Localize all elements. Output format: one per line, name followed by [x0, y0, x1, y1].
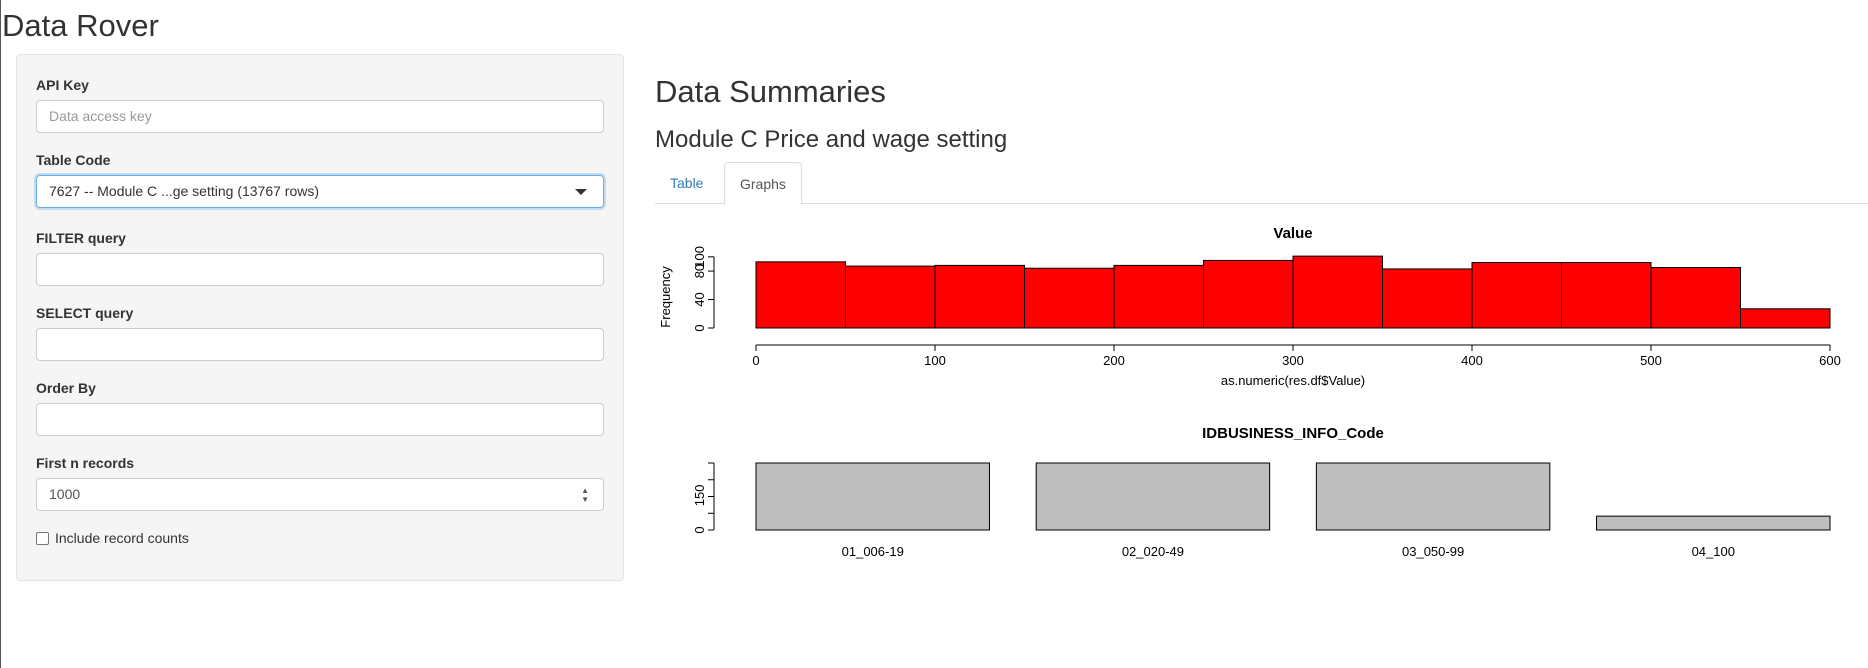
histogram-y-tick-label: 100: [692, 246, 707, 268]
histogram-x-tick-label: 500: [1640, 353, 1662, 368]
histogram-bar: [845, 265, 936, 329]
histogram-bar: [934, 264, 1025, 329]
barchart-category-label: 01_006-19: [842, 544, 904, 559]
histogram-bar: [1561, 262, 1652, 329]
histogram-bar: [1203, 259, 1294, 329]
barchart-title: IDBUSINESS_INFO_Code: [1202, 425, 1384, 442]
histogram-x-tick-label: 400: [1461, 353, 1483, 368]
histogram-x-tick-label: 600: [1819, 353, 1841, 368]
histogram-bar: [1740, 308, 1831, 329]
histogram-bar: [1024, 267, 1115, 329]
histogram-x-tick-label: 0: [752, 353, 759, 368]
histogram-x-tick-label: 300: [1282, 353, 1304, 368]
histogram-bar: [1113, 264, 1204, 329]
histogram-title: Value: [1273, 225, 1312, 242]
charts-canvas: Value0 100 200 300 400 500 600as.numeric(res.d…: [658, 225, 1841, 559]
histogram-x-tick-label: 100: [924, 353, 946, 368]
barchart-y-tick-label: 0: [692, 526, 707, 533]
histogram-y-axis-label: Frequency: [658, 266, 673, 328]
barchart-bar: [1035, 462, 1271, 531]
barchart-category-label: 03_050-99: [1402, 544, 1464, 559]
barchart-category-label: 04_100: [1692, 544, 1735, 559]
histogram-x-axis-label: as.numeric(res.df$Value): [1221, 373, 1365, 388]
barchart-y-tick-label: 150: [692, 484, 707, 506]
barchart-bar: [1596, 515, 1831, 531]
histogram-bar: [1382, 268, 1473, 329]
histogram-x-tick-label: 200: [1103, 353, 1125, 368]
histogram-y-tick-label: 40: [692, 292, 707, 306]
histogram-bar: [1471, 262, 1562, 329]
histogram-bar: [755, 261, 846, 329]
barchart-bar: [755, 462, 990, 531]
barchart-category-label: 02_020-49: [1122, 544, 1184, 559]
histogram-bar: [1292, 255, 1383, 329]
histogram-y-tick-label: 0: [692, 324, 707, 331]
histogram-bar: [1650, 267, 1741, 329]
barchart-bar: [1315, 462, 1551, 531]
